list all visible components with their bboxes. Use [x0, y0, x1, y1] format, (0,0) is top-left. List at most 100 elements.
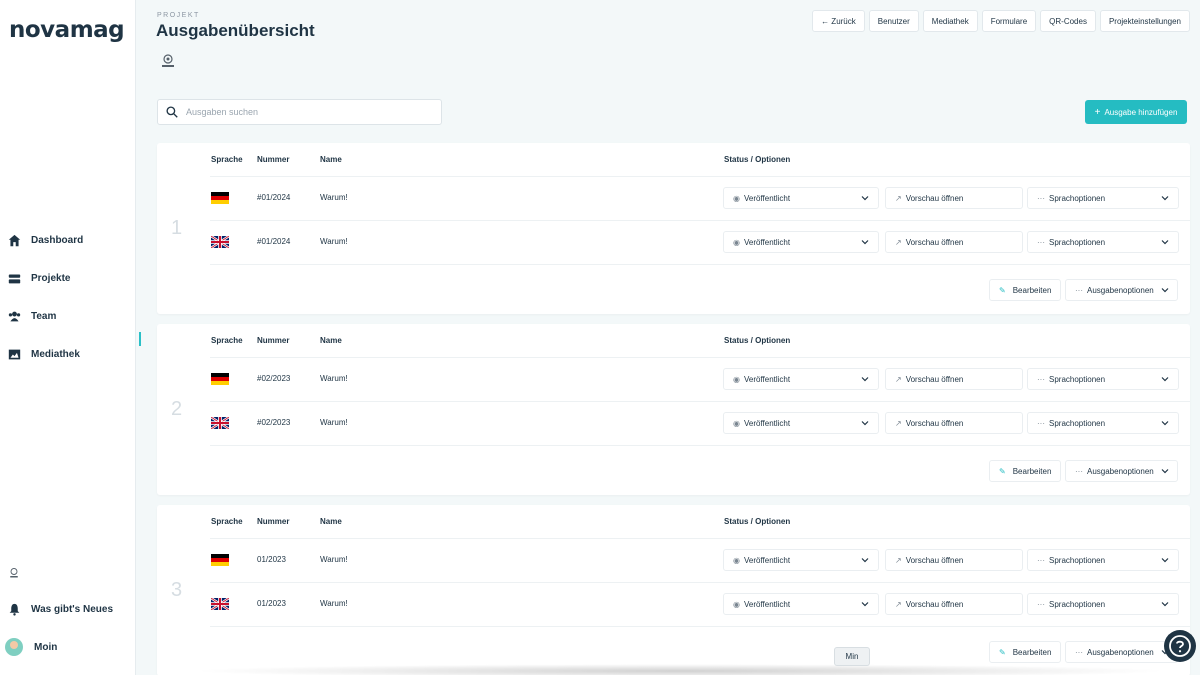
- sidebar-item-team[interactable]: Team: [8, 305, 56, 327]
- language-options-label: Sprachoptionen: [1049, 555, 1106, 565]
- language-options-label: Sprachoptionen: [1049, 374, 1106, 384]
- sidebar-item-label: Team: [31, 310, 57, 322]
- column-header-number: Nummer: [257, 517, 290, 526]
- scroll-shadow: [190, 664, 1170, 675]
- issue-number: 01/2023: [257, 555, 286, 564]
- preview-button[interactable]: ↗ Vorschau öffnen: [885, 231, 1023, 253]
- status-dropdown[interactable]: ◉ Veröffentlicht: [723, 231, 879, 253]
- chevron-down-icon: [861, 602, 869, 607]
- project-settings-button[interactable]: Projekteinstellungen: [1099, 10, 1190, 32]
- table-row: 01/2023 Warum! ◉ Veröffentlicht ↗ Vorschau öf…: [210, 538, 1190, 582]
- eye-icon: ◉: [733, 555, 740, 565]
- issue-options-dropdown[interactable]: ··· Ausgabenoptionen: [1065, 641, 1178, 663]
- preview-label: Vorschau öffnen: [905, 555, 964, 565]
- issue-options-label: Ausgabenoptionen: [1087, 647, 1154, 657]
- issue-name: Warum!: [320, 555, 348, 564]
- language-options-dropdown[interactable]: ··· Sprachoptionen: [1027, 368, 1179, 390]
- preview-label: Vorschau öffnen: [905, 193, 964, 203]
- status-label: Veröffentlicht: [743, 193, 791, 203]
- column-header-number: Nummer: [257, 336, 290, 345]
- status-dropdown[interactable]: ◉ Veröffentlicht: [723, 593, 879, 615]
- edit-button[interactable]: ✎ Bearbeiten: [989, 641, 1061, 663]
- language-options-dropdown[interactable]: ··· Sprachoptionen: [1027, 549, 1179, 571]
- eye-icon: ◉: [733, 418, 740, 428]
- tooltip: Min: [834, 647, 870, 666]
- help-button[interactable]: [1164, 630, 1196, 662]
- media-button[interactable]: Mediathek: [922, 10, 978, 32]
- table-row: 01/2023 Warum! ◉ Veröffentlicht ↗ Vorschau öf…: [210, 582, 1190, 626]
- edit-button[interactable]: ✎ Bearbeiten: [989, 460, 1061, 482]
- more-icon: ···: [1075, 466, 1083, 476]
- issue-number: #02/2023: [257, 418, 291, 427]
- sidebar-item-label: Projekte: [31, 272, 71, 284]
- language-options-dropdown[interactable]: ··· Sprachoptionen: [1027, 412, 1179, 434]
- more-icon: ···: [1075, 285, 1083, 295]
- chevron-down-icon: [1161, 602, 1169, 607]
- status-label: Veröffentlicht: [743, 237, 791, 247]
- add-issue-button[interactable]: + Ausgabe hinzufügen: [1085, 100, 1187, 124]
- table-row: #02/2023 Warum! ◉ Veröffentlicht ↗ Vorschau ö…: [210, 357, 1190, 401]
- chevron-down-icon: [861, 421, 869, 426]
- row-divider: [210, 626, 1190, 627]
- sidebar-item-projekte[interactable]: Projekte: [8, 267, 70, 289]
- flag-gb-icon: [211, 236, 229, 248]
- chevron-down-icon: [1161, 288, 1169, 293]
- status-dropdown[interactable]: ◉ Veröffentlicht: [723, 187, 879, 209]
- brand-logo[interactable]: novamag: [9, 17, 125, 43]
- language-options-label: Sprachoptionen: [1049, 237, 1106, 247]
- issue-number: #02/2023: [257, 374, 291, 383]
- issue-options-dropdown[interactable]: ··· Ausgabenoptionen: [1065, 460, 1178, 482]
- issue-options-dropdown[interactable]: ··· Ausgabenoptionen: [1065, 279, 1178, 301]
- forms-button[interactable]: Formulare: [981, 10, 1037, 32]
- language-options-dropdown[interactable]: ··· Sprachoptionen: [1027, 231, 1179, 253]
- preview-button[interactable]: ↗ Vorschau öffnen: [885, 549, 1023, 571]
- qr-codes-button[interactable]: QR-Codes: [1040, 10, 1096, 32]
- flag-gb-icon: [211, 598, 229, 610]
- status-label: Veröffentlicht: [743, 599, 791, 609]
- issue-name: Warum!: [320, 418, 348, 427]
- search-input[interactable]: [186, 107, 426, 117]
- news-link[interactable]: Was gibt's Neues: [8, 598, 113, 620]
- user-menu[interactable]: Moin: [34, 636, 57, 658]
- issue-name: Warum!: [320, 193, 348, 202]
- more-icon: ···: [1037, 237, 1045, 247]
- more-icon: ···: [1037, 555, 1045, 565]
- active-section-marker: [139, 332, 141, 346]
- sidebar-item-label: Mediathek: [31, 348, 80, 360]
- preview-button[interactable]: ↗ Vorschau öffnen: [885, 593, 1023, 615]
- status-dropdown[interactable]: ◉ Veröffentlicht: [723, 368, 879, 390]
- avatar[interactable]: [5, 638, 23, 656]
- language-options-dropdown[interactable]: ··· Sprachoptionen: [1027, 187, 1179, 209]
- preview-button[interactable]: ↗ Vorschau öffnen: [885, 368, 1023, 390]
- issue-name: Warum!: [320, 374, 348, 383]
- preview-button[interactable]: ↗ Vorschau öffnen: [885, 187, 1023, 209]
- preview-button[interactable]: ↗ Vorschau öffnen: [885, 412, 1023, 434]
- back-button[interactable]: ← Zurück: [812, 10, 865, 32]
- table-row: #01/2024 Warum! ◉ Veröffentlicht ↗ Vorschau ö…: [210, 220, 1190, 264]
- project-logo-icon: [10, 568, 18, 578]
- chevron-down-icon: [1161, 377, 1169, 382]
- issue-index: 3: [171, 579, 183, 601]
- chevron-down-icon: [861, 558, 869, 563]
- chevron-down-icon: [1161, 240, 1169, 245]
- more-icon: ···: [1075, 647, 1083, 657]
- status-dropdown[interactable]: ◉ Veröffentlicht: [723, 412, 879, 434]
- edit-label: Bearbeiten: [1012, 466, 1052, 476]
- chevron-down-icon: [861, 377, 869, 382]
- edit-label: Bearbeiten: [1012, 285, 1052, 295]
- issue-card: 3 Sprache Nummer Name Status / Optionen 01/20…: [157, 505, 1190, 675]
- users-button[interactable]: Benutzer: [868, 10, 919, 32]
- eye-icon: ◉: [733, 374, 740, 384]
- language-options-dropdown[interactable]: ··· Sprachoptionen: [1027, 593, 1179, 615]
- issue-index: 2: [171, 398, 183, 420]
- edit-button[interactable]: ✎ Bearbeiten: [989, 279, 1061, 301]
- status-label: Veröffentlicht: [743, 418, 791, 428]
- more-icon: ···: [1037, 418, 1045, 428]
- status-dropdown[interactable]: ◉ Veröffentlicht: [723, 549, 879, 571]
- sidebar-item-mediathek[interactable]: Mediathek: [8, 343, 80, 365]
- project-nav: ← Zurück Benutzer Mediathek Formulare QR…: [812, 10, 1190, 32]
- sidebar-item-dashboard[interactable]: Dashboard: [8, 229, 83, 251]
- edit-label: Bearbeiten: [1012, 647, 1052, 657]
- table-row: #01/2024 Warum! ◉ Veröffentlicht ↗ Vorschau ö…: [210, 176, 1190, 220]
- column-header-language: Sprache: [211, 336, 243, 345]
